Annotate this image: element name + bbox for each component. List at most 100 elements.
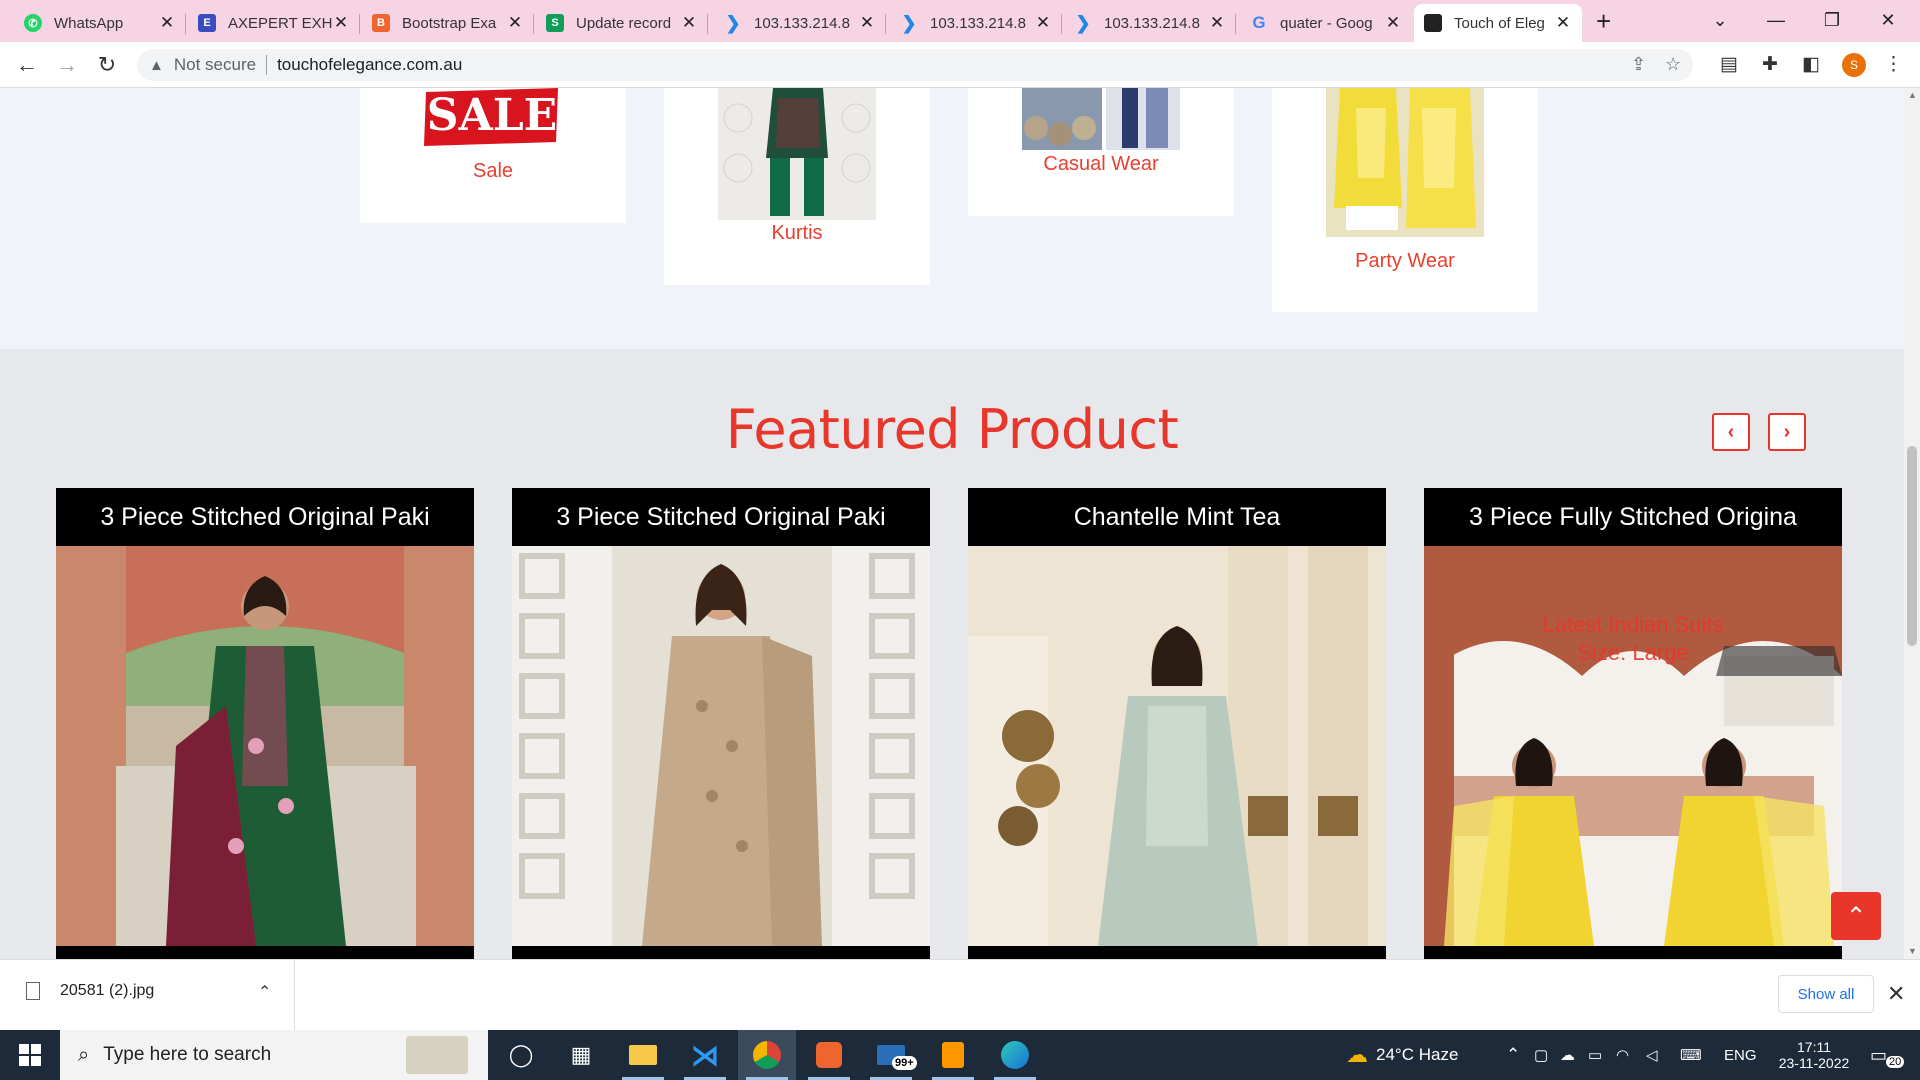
taskbar-search-box[interactable]: ⌕ Type here to search (60, 1030, 488, 1080)
profile-avatar[interactable]: S (1842, 53, 1866, 77)
chrome-icon (753, 1041, 781, 1069)
close-window-button[interactable]: ✕ (1860, 0, 1916, 40)
carousel-next-button[interactable]: › (1768, 413, 1806, 451)
category-label[interactable]: Party Wear (1272, 250, 1538, 273)
scroll-down-arrow-icon[interactable]: ▼ (1908, 946, 1917, 956)
product-card[interactable]: 3 Piece Stitched Original Paki (56, 488, 474, 959)
category-label[interactable]: Sale (360, 160, 626, 183)
mail-app[interactable]: 99+ (862, 1030, 920, 1080)
new-tab-button[interactable]: + (1596, 6, 1611, 37)
tab-close-icon[interactable]: ✕ (1208, 13, 1226, 33)
download-filename[interactable]: 20581 (2).jpg (60, 982, 154, 1000)
clock[interactable]: 17:11 23-11-2022 (1766, 1030, 1862, 1080)
category-label[interactable]: Kurtis (664, 222, 930, 245)
product-image[interactable] (56, 546, 474, 946)
product-image[interactable] (968, 546, 1386, 946)
battery-icon[interactable]: ▭ (1588, 1030, 1602, 1080)
product-title[interactable]: 3 Piece Stitched Original Paki (512, 488, 930, 546)
chrome-app[interactable] (738, 1030, 796, 1080)
extensions-icon[interactable]: ✚ (1762, 53, 1778, 76)
bookmark-star-icon[interactable]: ☆ (1665, 54, 1681, 75)
tab-close-icon[interactable]: ✕ (158, 13, 176, 33)
sublime-text-app[interactable] (924, 1030, 982, 1080)
page-scrollbar[interactable]: ▲ ▼ (1904, 88, 1920, 959)
reload-button[interactable]: ↻ (92, 50, 122, 80)
tab-label: Touch of Eleg (1454, 14, 1545, 32)
tab-google[interactable]: G quater - Goog ✕ (1240, 4, 1412, 42)
minimize-button[interactable]: — (1748, 0, 1804, 40)
start-button[interactable] (0, 1030, 60, 1080)
vscode-app[interactable]: ⋊ (676, 1030, 734, 1080)
edge-app[interactable] (986, 1030, 1044, 1080)
tray-meet-icon[interactable]: ▢ (1534, 1030, 1548, 1080)
share-icon[interactable]: ⇪ (1631, 54, 1646, 75)
vscode-icon: ⋊ (691, 1039, 719, 1071)
back-button[interactable]: ← (12, 50, 42, 80)
download-item[interactable]: 20581 (2).jpg (26, 982, 154, 1000)
carousel-prev-button[interactable]: ‹ (1712, 413, 1750, 451)
hidden-icons-chevron[interactable]: ⌃ (1506, 1030, 1520, 1080)
tab-close-icon[interactable]: ✕ (858, 13, 876, 33)
tab-update-record[interactable]: S Update record ✕ (536, 4, 708, 42)
bootstrap-studio-app[interactable] (800, 1030, 858, 1080)
tab-close-icon[interactable]: ✕ (1034, 13, 1052, 33)
tab-close-icon[interactable]: ✕ (1384, 13, 1402, 33)
onedrive-icon[interactable]: ☁ (1560, 1030, 1575, 1080)
forward-button[interactable]: → (52, 50, 82, 80)
language-indicator[interactable]: ENG (1724, 1030, 1757, 1080)
warning-icon[interactable]: ▲ (149, 57, 164, 74)
show-all-downloads-button[interactable]: Show all (1778, 975, 1874, 1013)
tab-whatsapp[interactable]: ✆ WhatsApp ✕ (14, 4, 186, 42)
product-title[interactable]: 3 Piece Stitched Original Paki (56, 488, 474, 546)
category-card-casual-wear[interactable]: Casual Wear (968, 88, 1234, 216)
side-panel-icon[interactable]: ◧ (1802, 53, 1820, 76)
tab-label: 103.133.214.8 (930, 14, 1026, 32)
weather-widget[interactable]: ☁ 24°C Haze (1346, 1030, 1458, 1080)
keyboard-icon[interactable]: ⌨ (1680, 1030, 1702, 1080)
tab-close-icon[interactable]: ✕ (680, 13, 698, 33)
scroll-to-top-button[interactable]: ⌃ (1831, 892, 1881, 940)
tab-close-icon[interactable]: ✕ (1554, 13, 1572, 33)
product-image[interactable]: Latest Indian Suits Size: Large (1424, 546, 1842, 946)
restore-button[interactable]: ❐ (1804, 0, 1860, 40)
notification-center[interactable]: ▭ 20 (1870, 1030, 1905, 1080)
category-card-party-wear[interactable]: Party Wear (1272, 88, 1538, 312)
tab-remote-2[interactable]: ❯ 103.133.214.8 ✕ (890, 4, 1062, 42)
tab-close-icon[interactable]: ✕ (332, 13, 350, 33)
address-bar[interactable]: ▲ Not secure touchofelegance.com.au ⇪ ☆ (137, 49, 1693, 81)
tab-label: quater - Goog (1280, 14, 1373, 32)
task-view-button[interactable]: ◯ (492, 1030, 550, 1080)
tab-bootstrap[interactable]: B Bootstrap Exa ✕ (362, 4, 534, 42)
menu-icon[interactable]: ⋮ (1884, 53, 1903, 76)
reading-list-icon[interactable]: ▤ (1720, 53, 1738, 76)
scroll-up-arrow-icon[interactable]: ▲ (1908, 90, 1917, 100)
tab-remote-1[interactable]: ❯ 103.133.214.8 ✕ (714, 4, 886, 42)
tab-search-button[interactable]: ⌄ (1692, 0, 1748, 40)
download-options-chevron-icon[interactable]: ⌃ (258, 982, 271, 1002)
casual-wear-image (1022, 88, 1180, 150)
product-title[interactable]: 3 Piece Fully Stitched Origina (1424, 488, 1842, 546)
category-card-kurtis[interactable]: Kurtis (664, 88, 930, 285)
category-label[interactable]: Casual Wear (968, 153, 1234, 176)
tab-remote-3[interactable]: ❯ 103.133.214.8 ✕ (1064, 4, 1236, 42)
tab-touch-of-elegance[interactable]: Touch of Eleg ✕ (1414, 4, 1582, 42)
tab-close-icon[interactable]: ✕ (506, 13, 524, 33)
tab-label: AXEPERT EXHI (228, 14, 332, 32)
product-title[interactable]: Chantelle Mint Tea (968, 488, 1386, 546)
volume-icon[interactable]: ◁ (1646, 1030, 1658, 1080)
tab-axepert[interactable]: E AXEPERT EXHI ✕ (188, 4, 360, 42)
product-card[interactable]: 3 Piece Stitched Original Paki (512, 488, 930, 959)
close-download-shelf-button[interactable]: ✕ (1887, 981, 1905, 1007)
product-card[interactable]: 3 Piece Fully Stitched Origina Latest In… (1424, 488, 1842, 959)
file-explorer-app[interactable] (614, 1030, 672, 1080)
mail-badge: 99+ (892, 1056, 917, 1070)
tab-label: Bootstrap Exa (402, 14, 497, 32)
product-card[interactable]: Chantelle Mint Tea (968, 488, 1386, 959)
category-card-sale[interactable]: SALE Sale (360, 88, 626, 223)
widgets-button[interactable]: ▦ (552, 1030, 610, 1080)
product-image[interactable] (512, 546, 930, 946)
scrollbar-thumb[interactable] (1907, 446, 1917, 646)
url-text[interactable]: touchofelegance.com.au (277, 55, 462, 75)
product-overlay-text: Latest Indian Suits (1542, 612, 1724, 637)
wifi-icon[interactable]: ◠ (1616, 1030, 1629, 1080)
